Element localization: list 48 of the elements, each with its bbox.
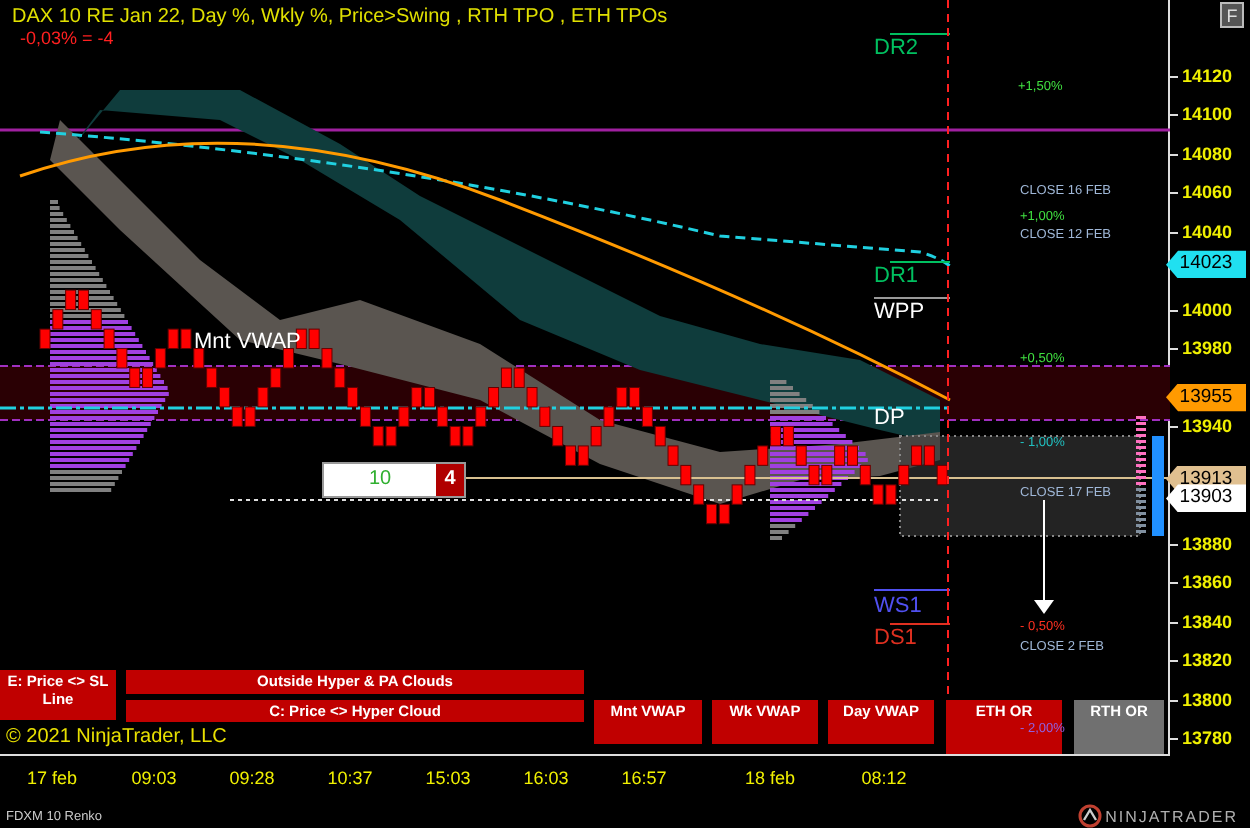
time-label: 09:28 (229, 768, 275, 788)
level-label: DS1 (874, 628, 917, 650)
time-label: 10:37 (327, 768, 373, 788)
down-arrow (1034, 499, 1054, 614)
pivot-line (889, 261, 951, 263)
level-label: WPP (874, 302, 925, 324)
level-label: DP (874, 408, 905, 430)
level-label: DR2 (874, 38, 919, 60)
time-label: 08:12 (861, 768, 907, 788)
pivot-line (873, 589, 951, 591)
marker-bar (1152, 436, 1164, 536)
price-label: 13980 (1170, 336, 1233, 361)
price-badge: 13955 (1166, 383, 1246, 412)
price-label: 13880 (1170, 531, 1233, 556)
time-label: 16:57 (621, 768, 667, 788)
price-label: 13860 (1170, 570, 1233, 595)
price-label: 13800 (1170, 687, 1233, 712)
brand-name: NINJATRADER (1105, 807, 1238, 825)
brick-size-label: 10 (324, 464, 436, 496)
time-label: 15:03 (425, 768, 471, 788)
chart-title: DAX 10 RE Jan 22, Day %, Wkly %, Price>Swing , RTH TPO , ETH TPOs (12, 6, 668, 28)
pivot-line (889, 33, 951, 35)
price-label: 14080 (1170, 141, 1233, 166)
time-label: 09:03 (131, 768, 177, 788)
brick-count-label: 4 (436, 464, 464, 496)
price-label: 14000 (1170, 297, 1233, 322)
level-label: DR1 (874, 266, 919, 288)
level-label: WS1 (874, 596, 922, 618)
time-label: 18 feb (744, 768, 796, 788)
time-label: 16:03 (523, 768, 569, 788)
ninja-logo-icon (1077, 804, 1102, 828)
tick-ladder-drawing (1136, 416, 1146, 533)
price-badge: 13903 (1166, 484, 1246, 513)
price-badge: 14023 (1166, 250, 1246, 279)
price-label: 13820 (1170, 648, 1233, 673)
price-label: 13940 (1170, 414, 1233, 439)
price-label: 14100 (1170, 102, 1233, 127)
price-label: 14060 (1170, 180, 1233, 205)
price-label: 13780 (1170, 725, 1233, 750)
price-label: 14040 (1170, 219, 1233, 244)
f-button[interactable]: F (1220, 2, 1244, 28)
price-label: 14120 (1170, 64, 1233, 88)
time-label: 17 feb (26, 768, 78, 788)
price-label: 13840 (1170, 609, 1233, 634)
pivot-line (889, 623, 951, 625)
copyright-text: © 2021 NinjaTrader, LLC (6, 726, 227, 748)
pivot-line (873, 297, 951, 299)
price-change: -0,03% = -4 (20, 28, 116, 48)
